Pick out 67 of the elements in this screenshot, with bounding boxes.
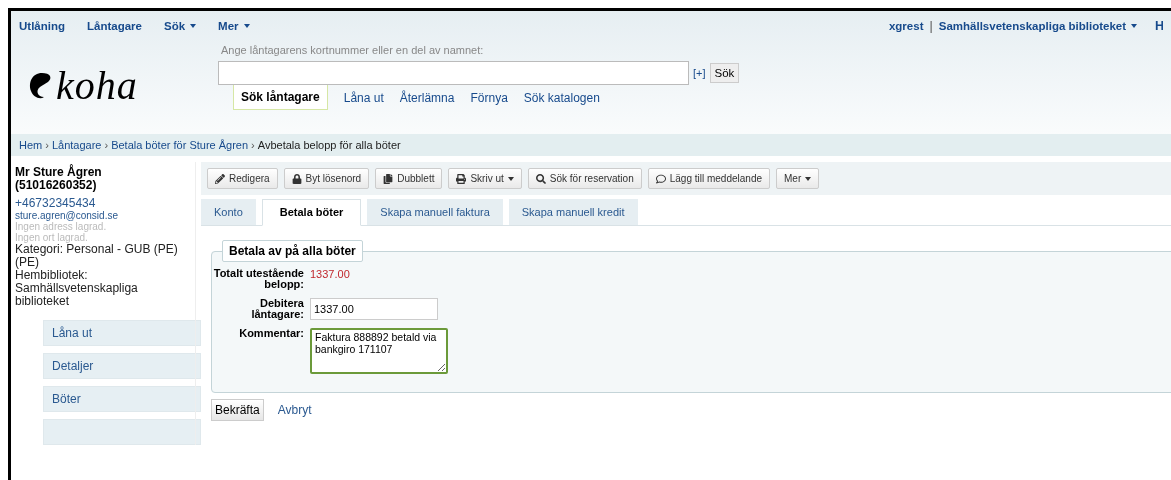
patron-address: Ingen adress lagrad.: [15, 221, 107, 232]
separator: |: [929, 19, 933, 33]
breadcrumb-separator: ›: [104, 139, 109, 151]
search-icon: [535, 173, 546, 184]
caret-icon: [190, 24, 197, 28]
charge-input[interactable]: 1337.00: [310, 298, 438, 320]
caret-icon: [805, 176, 812, 181]
field-label: Debitera låntagare:: [250, 298, 304, 320]
confirm-button[interactable]: Bekräfta: [211, 399, 264, 421]
nav-link[interactable]: Utlåning: [19, 20, 65, 32]
logo-text: koha: [56, 62, 138, 109]
library-link[interactable]: Samhällsvetenskapliga biblioteket: [938, 20, 1137, 32]
user-link[interactable]: xgrest: [888, 20, 924, 32]
tab[interactable]: Skapa manuell kredit: [508, 199, 638, 225]
search-tab[interactable]: Förnya: [470, 85, 508, 110]
toolbar-button[interactable]: Mer: [776, 168, 820, 189]
patron-phone: +46732345434: [15, 196, 97, 210]
caret-icon: [507, 176, 514, 181]
toolbar-button[interactable]: Byt lösenord: [283, 168, 370, 189]
sidebar-menu-item[interactable]: Böter: [43, 386, 201, 412]
toolbar-button[interactable]: Sök för reservation: [527, 168, 642, 189]
speech-bubble-icon: [655, 173, 666, 184]
nav-link[interactable]: H: [1155, 19, 1163, 33]
copy-icon: [383, 173, 394, 184]
cancel-link[interactable]: Avbryt: [277, 403, 312, 417]
printer-icon: [456, 173, 467, 184]
field-label: Kommentar:: [238, 328, 304, 341]
caret-icon: [1131, 24, 1137, 28]
nav-link[interactable]: Mer: [218, 20, 250, 32]
tab[interactable]: Betala böter: [261, 199, 362, 226]
toolbar-button[interactable]: Redigera: [207, 168, 278, 189]
comment-textarea[interactable]: Faktura 888892 betald via bankgiro 171107: [310, 328, 448, 374]
toolbar-button[interactable]: Lägg till meddelande: [647, 168, 770, 189]
search-tab[interactable]: Återlämna: [399, 85, 455, 110]
breadcrumb-link[interactable]: Låntagare: [51, 139, 102, 151]
amount-value: 1337.00: [310, 268, 350, 282]
sidebar-menu-item[interactable]: [43, 419, 201, 445]
patron-city: Ingen ort lagrad.: [15, 232, 88, 243]
search-field[interactable]: [218, 61, 689, 85]
patron-category: Kategori: Personal - GUB (PE) (PE): [15, 243, 179, 269]
patron-home-library: Hembibliotek: Samhällsvetenskapliga biblioteket: [15, 269, 139, 308]
patron-email[interactable]: sture.agren@consid.se: [15, 210, 195, 221]
search-tab[interactable]: Sök katalogen: [523, 85, 600, 110]
sidebar-menu-item[interactable]: Detaljer: [43, 353, 201, 379]
tab[interactable]: Skapa manuell faktura: [367, 199, 503, 225]
toolbar-button[interactable]: Skriv ut: [448, 168, 522, 189]
search-button[interactable]: Sök: [709, 63, 740, 83]
patron-name: Mr Sture Ågren (51016260352): [15, 166, 103, 192]
field-label: Totalt utestående belopp:: [212, 268, 304, 290]
breadcrumb-current: Avbetala belopp för alla böter: [257, 139, 401, 151]
lock-icon: [291, 173, 302, 184]
search-tab[interactable]: Låna ut: [343, 85, 384, 110]
nav-link[interactable]: Låntagare: [87, 20, 142, 32]
toolbar-button[interactable]: Dubblett: [375, 168, 443, 189]
caret-icon: [243, 24, 250, 28]
breadcrumb-link[interactable]: Hem: [19, 139, 43, 151]
nav-link[interactable]: Sök: [163, 20, 197, 32]
tab[interactable]: Konto: [201, 199, 256, 225]
search-hint: Ange låntagarens kortnummer eller en del av namnet:: [221, 44, 485, 56]
pencil-icon: [215, 173, 225, 184]
breadcrumb-separator: ›: [45, 139, 49, 151]
panel-legend: Betala av på alla böter: [222, 240, 363, 262]
expand-link[interactable]: [+]: [693, 67, 706, 79]
sidebar-menu-item[interactable]: Låna ut: [43, 320, 201, 346]
breadcrumb-separator: ›: [251, 139, 255, 151]
search-tab[interactable]: Sök låntagare: [233, 85, 328, 110]
breadcrumb-link[interactable]: Betala böter för Sture Ågren: [111, 139, 249, 151]
